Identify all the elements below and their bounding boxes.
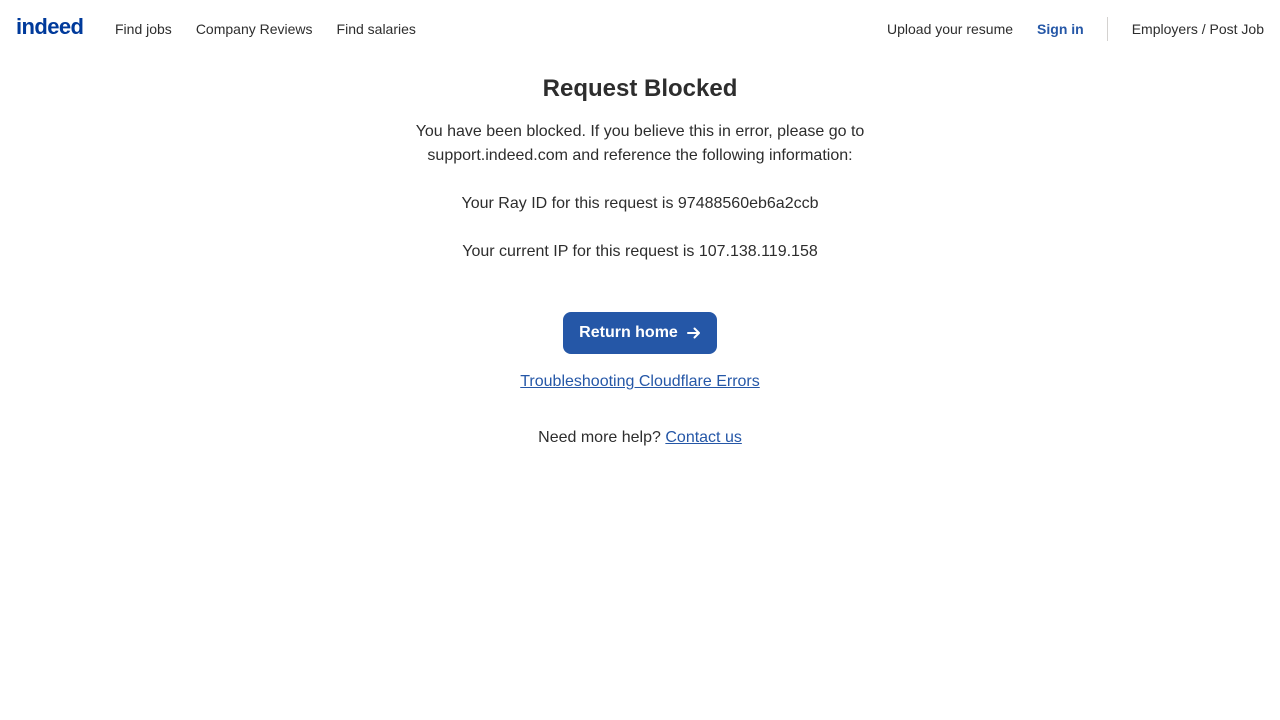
- blocked-message: You have been blocked. If you believe th…: [415, 123, 865, 164]
- button-wrap: Return home: [0, 312, 1280, 354]
- arrow-right-icon: [686, 327, 700, 339]
- contact-us-link[interactable]: Contact us: [665, 429, 741, 446]
- nav-right: Upload your resume Sign in Employers / P…: [887, 0, 1264, 57]
- employers-post-job-link[interactable]: Employers / Post Job: [1132, 21, 1264, 37]
- troubleshooting-link[interactable]: Troubleshooting Cloudflare Errors: [520, 373, 760, 390]
- nav-left: Find jobs Company Reviews Find salaries: [115, 0, 440, 57]
- nav-find-jobs[interactable]: Find jobs: [115, 21, 172, 37]
- sign-in-link[interactable]: Sign in: [1037, 21, 1084, 37]
- upload-resume-link[interactable]: Upload your resume: [887, 21, 1013, 37]
- page-title: Request Blocked: [542, 75, 738, 102]
- nav-find-salaries[interactable]: Find salaries: [337, 21, 416, 37]
- nav-company-reviews[interactable]: Company Reviews: [196, 21, 313, 37]
- ip-line: Your current IP for this request is 107.…: [462, 243, 818, 260]
- help-row: Need more help? Contact us: [0, 426, 1280, 450]
- ray-id-line: Your Ray ID for this request is 97488560…: [461, 195, 819, 212]
- return-home-label: Return home: [579, 324, 678, 341]
- troubleshooting-row: Troubleshooting Cloudflare Errors: [0, 370, 1280, 394]
- logo-text: indeed: [16, 14, 84, 39]
- indeed-logo[interactable]: indeed: [16, 14, 84, 39]
- main-content: Request Blocked You have been blocked. I…: [0, 74, 1280, 450]
- nav-divider: [1106, 16, 1108, 41]
- top-nav: indeed Find jobs Company Reviews Find sa…: [0, 0, 1280, 57]
- help-text: Need more help?: [538, 429, 661, 446]
- return-home-button[interactable]: Return home: [563, 312, 717, 354]
